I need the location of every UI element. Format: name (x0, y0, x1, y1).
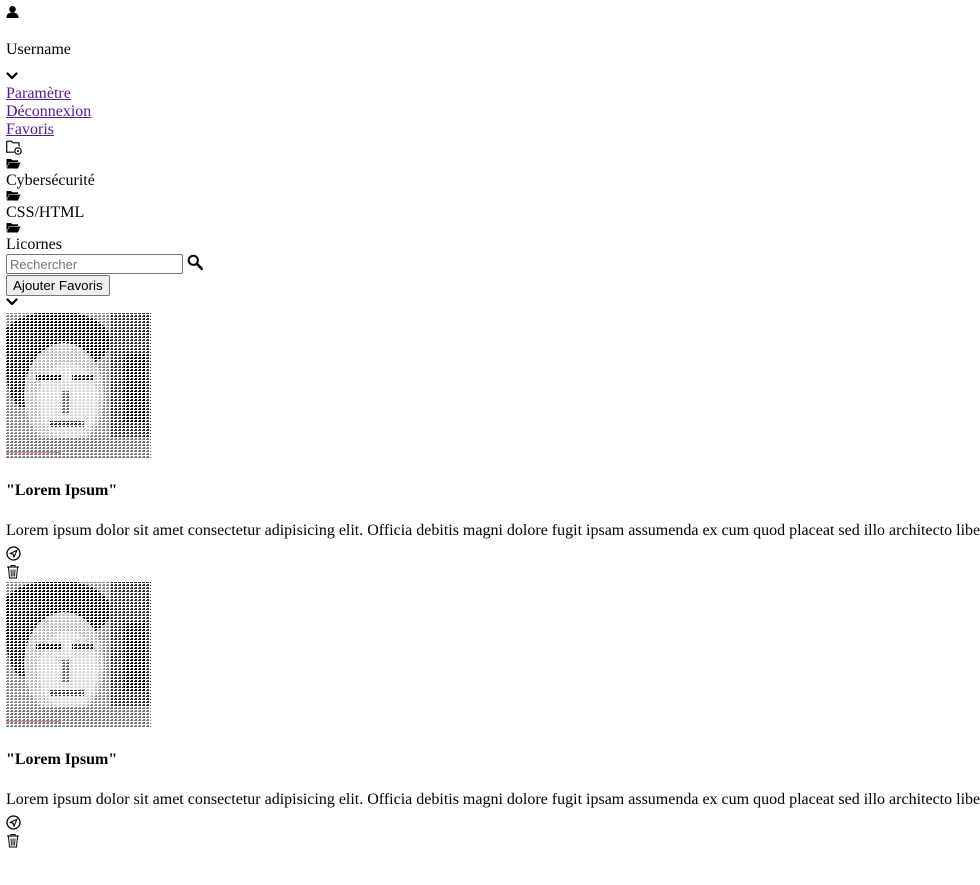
card-title: "Lorem Ipsum" (6, 751, 118, 768)
folder-licornes[interactable]: Licornes (6, 235, 980, 254)
card-text: Lorem ipsum dolor sit amet consectetur a… (6, 522, 980, 539)
search-bar (6, 254, 980, 274)
page: Username Paramètre Déconnexion Favoris C… (0, 0, 980, 848)
folder-settings-icon[interactable] (6, 140, 980, 155)
portrait-image (6, 313, 151, 458)
folder-css-html[interactable]: CSS/HTML (6, 203, 980, 222)
menu-item-deconnexion[interactable]: Déconnexion (6, 103, 980, 121)
add-favorite-button[interactable]: Ajouter Favoris (6, 275, 110, 296)
trash-icon[interactable] (6, 833, 980, 848)
folder-cybersecurite[interactable]: Cybersécurité (6, 171, 980, 190)
username: Username (6, 41, 71, 58)
chevron-down-icon[interactable] (6, 72, 980, 80)
favorite-card: "Lorem Ipsum" Lorem ipsum dolor sit amet… (6, 306, 980, 579)
chevron-down-icon[interactable] (6, 298, 980, 306)
favorite-card: "Lorem Ipsum" Lorem ipsum dolor sit amet… (6, 579, 980, 848)
send-icon[interactable] (6, 815, 980, 830)
card-title: "Lorem Ipsum" (6, 482, 118, 499)
portrait-image (6, 582, 151, 727)
search-icon[interactable] (187, 254, 204, 275)
folder-open-icon (6, 158, 980, 169)
folder-open-icon (6, 190, 980, 201)
trash-icon[interactable] (6, 564, 980, 579)
user-icon (6, 6, 980, 18)
send-icon[interactable] (6, 546, 980, 561)
menu-item-parametre[interactable]: Paramètre (6, 85, 980, 103)
search-input[interactable] (6, 254, 183, 274)
menu-item-favoris[interactable]: Favoris (6, 121, 980, 139)
card-text: Lorem ipsum dolor sit amet consectetur a… (6, 791, 980, 808)
folder-open-icon (6, 222, 980, 233)
